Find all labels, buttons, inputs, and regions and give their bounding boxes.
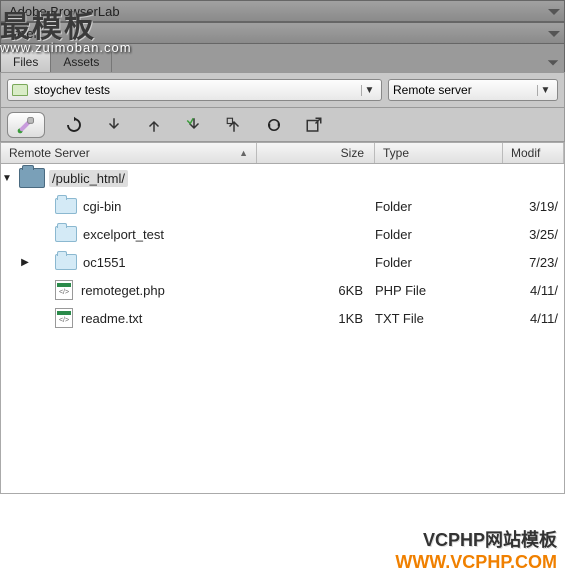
checkout-button[interactable] (183, 114, 205, 136)
file-type: Folder (375, 199, 503, 214)
col-header-type[interactable]: Type (375, 143, 503, 163)
panel-menu-icon[interactable] (546, 55, 560, 72)
tab-files[interactable]: Files (1, 51, 51, 72)
file-type: PHP File (375, 283, 503, 298)
site-dropdown-label: stoychev tests (34, 83, 361, 97)
put-button[interactable] (143, 114, 165, 136)
file-modified: 4/11/ (503, 283, 564, 298)
get-button[interactable] (103, 114, 125, 136)
col-header-size[interactable]: Size (257, 143, 375, 163)
sync-button[interactable] (263, 114, 285, 136)
file-row[interactable]: cgi-bin Folder3/19/ (1, 192, 564, 220)
insert-panel-header[interactable]: Insert (0, 22, 565, 44)
files-panel-tabs: Files Assets (0, 52, 565, 72)
panel-title: Adobe BrowserLab (9, 4, 120, 19)
browserlab-panel-header[interactable]: Adobe BrowserLab (0, 0, 565, 22)
folder-open-icon (19, 168, 45, 188)
file-icon: </> (55, 280, 73, 300)
file-row[interactable]: </> readme.txt 1KBTXT File4/11/ (1, 304, 564, 332)
file-modified: 7/23/ (503, 255, 564, 270)
chevron-down-icon: ▼ (537, 85, 553, 96)
site-server-bar: stoychev tests ▼ Remote server ▼ (0, 72, 565, 108)
disclosure-open-icon[interactable]: ▼ (1, 173, 13, 184)
file-name: readme.txt (81, 311, 142, 326)
folder-icon (55, 198, 77, 214)
file-type: Folder (375, 255, 503, 270)
col-header-modified[interactable]: Modif (503, 143, 564, 163)
sort-asc-icon: ▲ (239, 148, 248, 158)
connect-button[interactable] (7, 112, 45, 138)
root-path: /public_html/ (49, 170, 128, 187)
chevron-down-icon: ▼ (361, 85, 377, 96)
expand-button[interactable] (303, 114, 325, 136)
panel-menu-icon[interactable] (546, 25, 562, 41)
watermark-bottom: VCPHP网站模板 WWW.VCPHP.COM (395, 526, 557, 573)
tab-assets[interactable]: Assets (51, 52, 112, 72)
file-modified: 3/19/ (503, 199, 564, 214)
file-type: TXT File (375, 311, 503, 326)
server-dropdown[interactable]: Remote server ▼ (388, 79, 558, 101)
col-header-name[interactable]: Remote Server ▲ (1, 143, 257, 163)
tree-root-row[interactable]: ▼ /public_html/ (1, 164, 564, 192)
file-name: remoteget.php (81, 283, 165, 298)
file-name: cgi-bin (83, 199, 121, 214)
disclosure-icon[interactable]: ▶ (19, 257, 31, 268)
server-dropdown-label: Remote server (393, 83, 537, 97)
folder-icon (12, 84, 28, 96)
file-name: oc1551 (83, 255, 126, 270)
refresh-button[interactable] (63, 114, 85, 136)
file-icon: </> (55, 308, 73, 328)
file-modified: 4/11/ (503, 311, 564, 326)
file-row[interactable]: </> remoteget.php 6KBPHP File4/11/ (1, 276, 564, 304)
panel-title: Insert (9, 26, 42, 41)
folder-icon (55, 254, 77, 270)
file-size: 6KB (257, 283, 375, 298)
file-tree: ▼ /public_html/ cgi-binFolder3/19/excelp… (0, 164, 565, 494)
file-row[interactable]: ▶ oc1551 Folder7/23/ (1, 248, 564, 276)
file-name: excelport_test (83, 227, 164, 242)
site-dropdown[interactable]: stoychev tests ▼ (7, 79, 382, 101)
panel-menu-icon[interactable] (546, 3, 562, 19)
file-modified: 3/25/ (503, 227, 564, 242)
file-size: 1KB (257, 311, 375, 326)
file-row[interactable]: excelport_test Folder3/25/ (1, 220, 564, 248)
file-toolbar (0, 108, 565, 142)
checkin-button[interactable] (223, 114, 245, 136)
column-headers: Remote Server ▲ Size Type Modif (0, 142, 565, 164)
file-type: Folder (375, 227, 503, 242)
folder-icon (55, 226, 77, 242)
